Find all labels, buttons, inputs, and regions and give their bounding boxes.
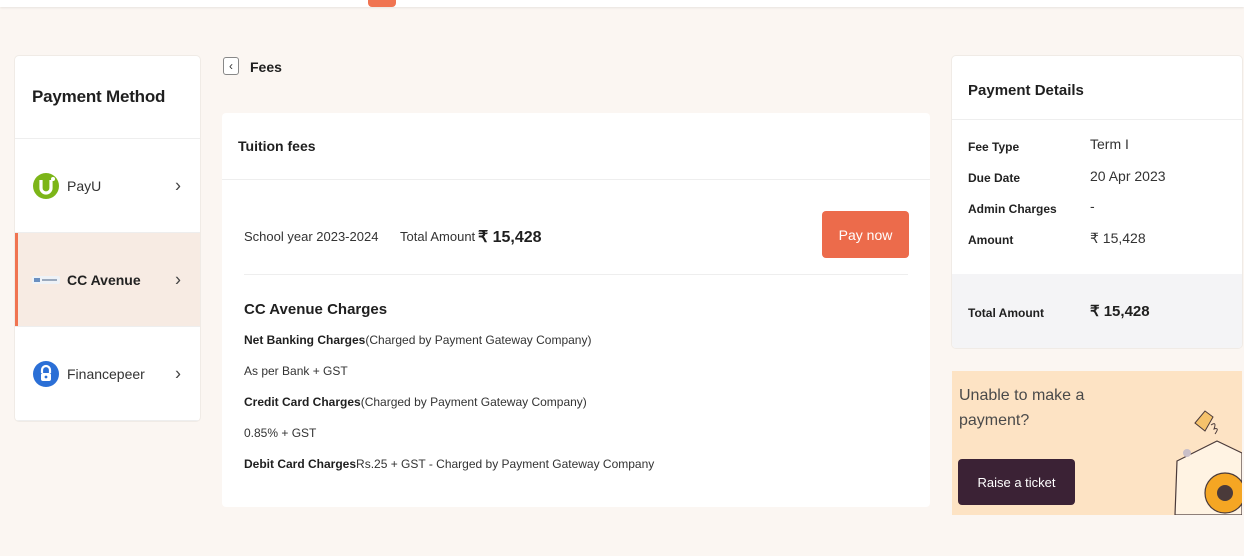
fee-type-value: Term I xyxy=(1090,136,1129,152)
total-amount-label: Total Amount xyxy=(968,306,1044,320)
payment-method-cc-avenue[interactable]: CC Avenue › xyxy=(15,233,200,327)
due-date-label: Due Date xyxy=(968,171,1021,185)
divider xyxy=(222,179,930,180)
payment-method-panel: Payment Method PayU › CC Avenue › Financ… xyxy=(15,56,200,421)
payment-details-title: Payment Details xyxy=(968,82,1084,99)
fee-type-label: Fee Type xyxy=(968,140,1020,154)
school-year: School year 2023-2024 xyxy=(244,229,379,244)
credit-card-label: Credit Card Charges xyxy=(244,395,361,409)
net-banking-note: (Charged by Payment Gateway Company) xyxy=(365,333,592,347)
help-text: Unable to make a payment? xyxy=(959,387,1085,429)
help-card: Unable to make a payment? Raise a ticket xyxy=(952,371,1242,515)
net-banking-value: As per Bank + GST xyxy=(244,364,348,378)
admin-charges-value: - xyxy=(1090,198,1095,214)
support-illustration-icon xyxy=(1174,410,1242,515)
chevron-right-icon: › xyxy=(175,363,181,383)
charges-title: CC Avenue Charges xyxy=(244,301,388,318)
payment-method-label: CC Avenue xyxy=(67,271,141,288)
amount-value: ₹ 15,428 xyxy=(1090,230,1146,246)
debit-card-value: Rs.25 + GST - Charged by Payment Gateway… xyxy=(356,457,655,471)
top-bar xyxy=(0,0,1244,7)
net-banking-charges: Net Banking Charges(Charged by Payment G… xyxy=(244,333,591,347)
divider xyxy=(952,119,1242,120)
chevron-right-icon: › xyxy=(175,269,181,289)
payment-details-panel: Payment Details Fee Type Term I Due Date… xyxy=(952,56,1242,348)
payu-logo-icon xyxy=(32,172,60,200)
fees-card: Tuition fees School year 2023-2024 Total… xyxy=(222,113,930,507)
payment-method-title: Payment Method xyxy=(15,56,200,139)
raise-ticket-button[interactable]: Raise a ticket xyxy=(958,459,1075,505)
page-title: Fees xyxy=(250,59,282,75)
net-banking-label: Net Banking Charges xyxy=(244,333,366,347)
chevron-right-icon: › xyxy=(175,175,181,195)
payment-method-label: Financepeer xyxy=(67,365,145,382)
total-amount-label: Total Amount xyxy=(400,229,476,244)
payment-method-payu[interactable]: PayU › xyxy=(15,139,200,233)
due-date-value: 20 Apr 2023 xyxy=(1090,168,1166,184)
back-button[interactable]: ‹ xyxy=(223,57,239,75)
chevron-left-icon: ‹ xyxy=(229,59,233,73)
amount-label: Amount xyxy=(968,233,1014,247)
credit-card-note: (Charged by Payment Gateway Company) xyxy=(360,395,587,409)
credit-card-charges: Credit Card Charges(Charged by Payment G… xyxy=(244,395,587,409)
divider xyxy=(244,274,908,275)
financepeer-logo-icon xyxy=(32,360,60,388)
debit-card-charges: Debit Card ChargesRs.25 + GST - Charged … xyxy=(244,457,654,471)
total-amount-row: Total Amount ₹ 15,428 xyxy=(952,274,1242,348)
cc-avenue-logo-icon xyxy=(32,266,60,294)
admin-charges-label: Admin Charges xyxy=(968,202,1057,216)
total-amount-value: ₹ 15,428 xyxy=(1090,303,1150,320)
top-bar-accent xyxy=(368,0,396,7)
pay-now-button[interactable]: Pay now xyxy=(822,211,909,258)
payment-method-label: PayU xyxy=(67,177,102,194)
credit-card-value: 0.85% + GST xyxy=(244,426,317,440)
tuition-fees-title: Tuition fees xyxy=(238,138,316,154)
debit-card-label: Debit Card Charges xyxy=(244,457,357,471)
total-amount-value: ₹ 15,428 xyxy=(478,229,542,246)
payment-method-financepeer[interactable]: Financepeer › xyxy=(15,327,200,421)
